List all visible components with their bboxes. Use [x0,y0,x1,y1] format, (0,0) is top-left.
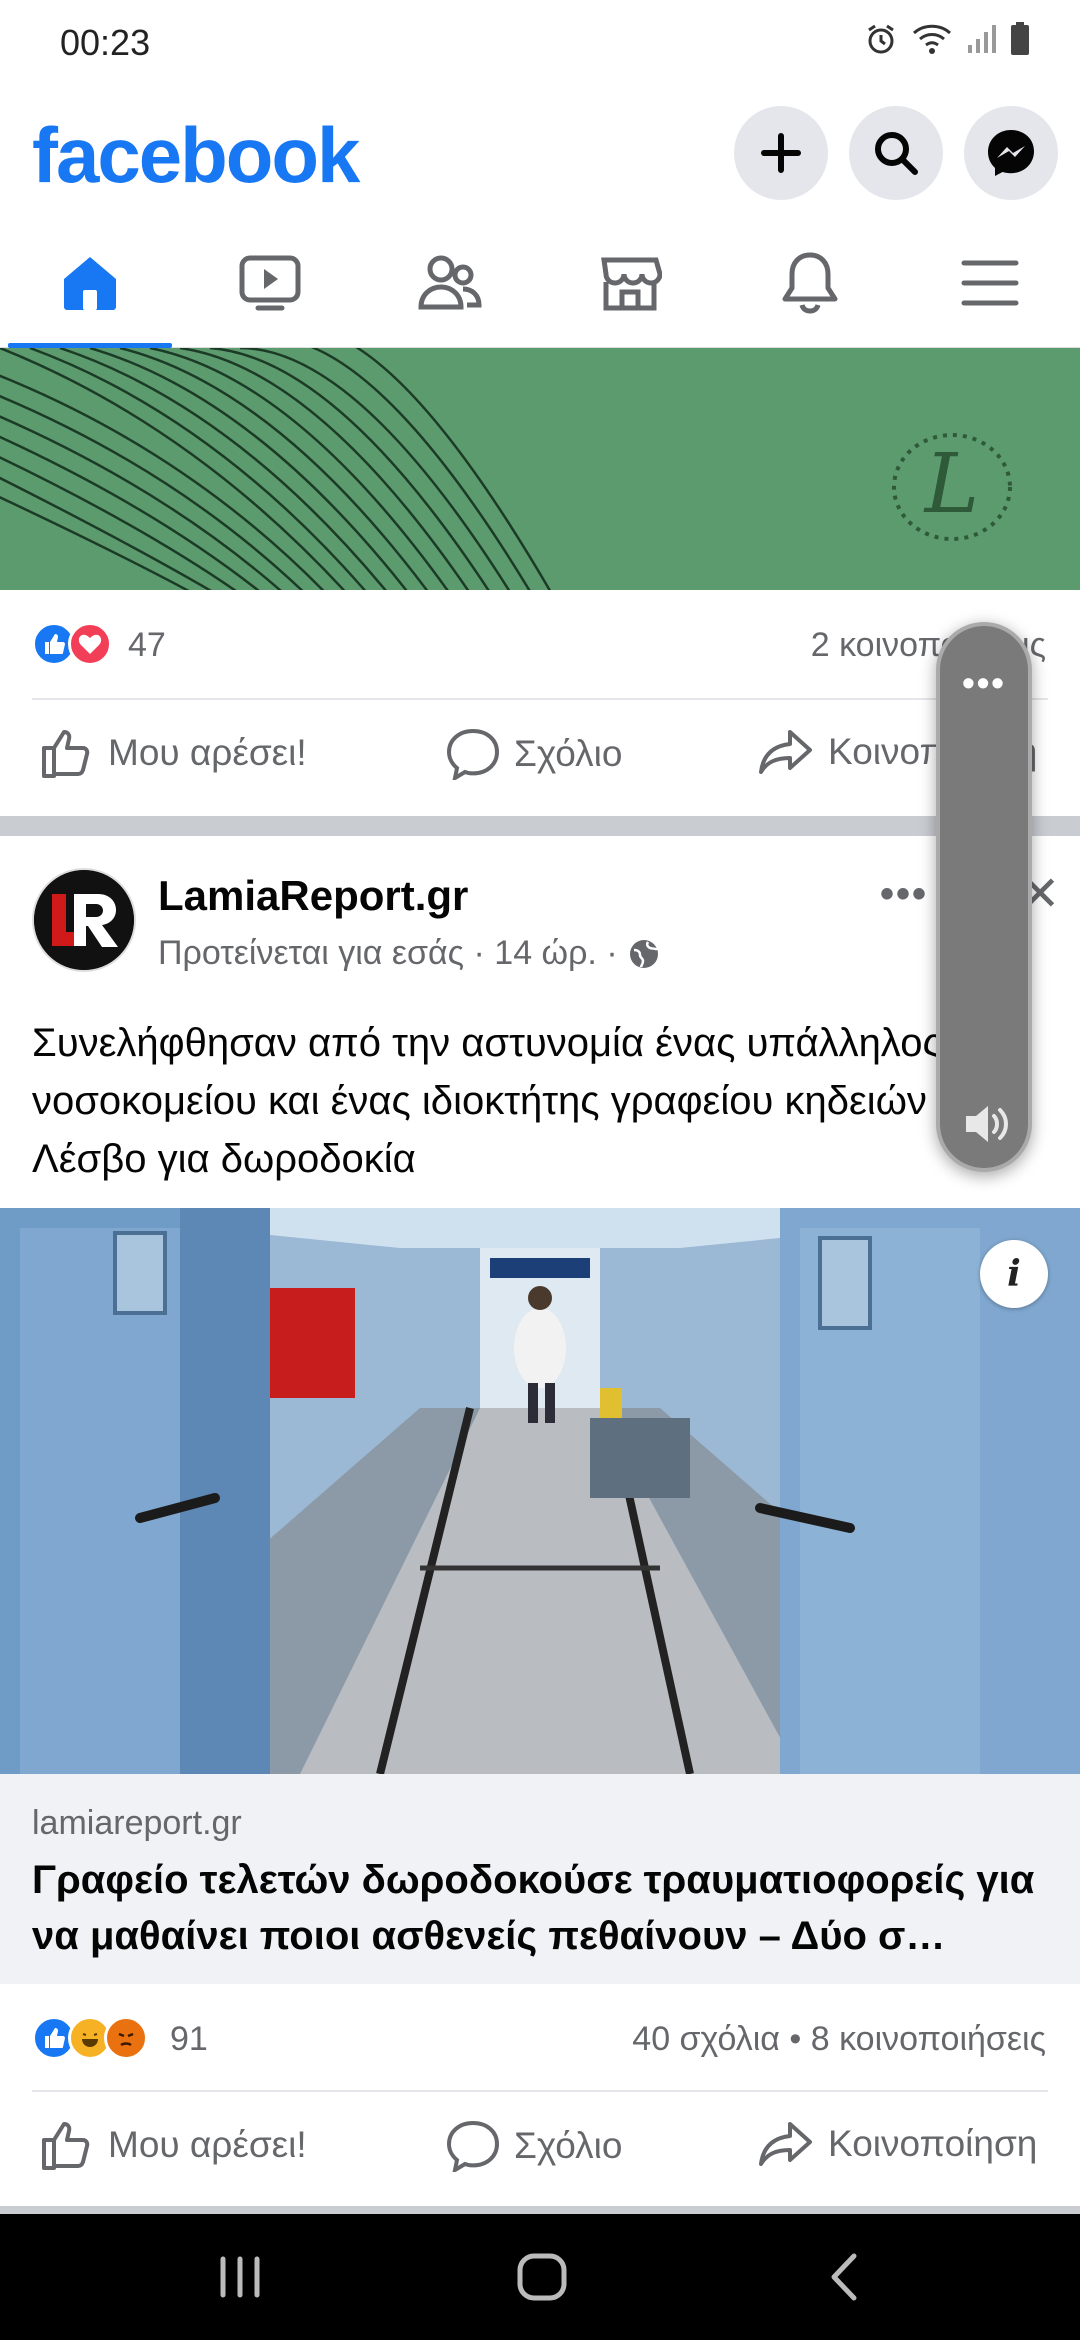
post-meta: Προτείνεται για εσάς · 14 ώρ. · [158,934,660,973]
status-icons [864,22,1030,61]
back-button[interactable] [804,2244,884,2310]
comment-icon [446,2120,500,2172]
page-avatar[interactable] [32,868,136,972]
svg-text:L: L [923,437,979,532]
home-icon [64,257,116,310]
share-icon [759,730,812,774]
post1-reaction-count[interactable]: 47 [128,626,166,665]
home-button[interactable] [502,2244,582,2310]
thumbs-up-icon [42,2122,90,2170]
home-circle-icon [517,2253,567,2301]
angry-reaction-icon [104,2016,148,2060]
comment-label: Σχόλιο [514,733,623,774]
status-bar: 00:23 [0,0,1080,88]
like-label: Μου αρέσει! [108,2124,307,2165]
tab-friends[interactable] [360,218,540,348]
marketplace-icon [601,257,662,311]
tab-notifications[interactable] [720,218,900,348]
plus-icon [761,133,801,173]
volume-options-icon[interactable]: ••• [940,662,1028,704]
post2-reaction-icons[interactable] [32,2016,148,2060]
tab-menu[interactable] [900,218,1080,348]
recent-apps-button[interactable] [200,2244,280,2310]
video-icon [239,255,301,311]
facebook-logo[interactable]: facebook [32,110,360,201]
thumbs-up-icon [42,730,90,778]
post2-reactions-row: 91 40 σχόλια • 8 κοινοποιήσεις [0,1984,1080,2094]
like-label: Μου αρέσει! [108,732,307,773]
wifi-icon [912,23,952,60]
post1-comment-button[interactable]: Σχόλιο [446,728,622,780]
tab-home[interactable] [0,218,180,348]
post-image[interactable]: i [0,1208,1080,1774]
tab-marketplace[interactable] [540,218,720,348]
comment-label: Σχόλιο [514,2125,623,2166]
navigation-tabs [0,218,1080,348]
hamburger-menu-icon [961,260,1019,306]
speaker-icon[interactable] [962,1100,1014,1153]
post2-action-row: Μου αρέσει! Σχόλιο Κοινοποίηση [32,2090,1048,2208]
volume-panel[interactable]: ••• [936,622,1032,1172]
create-button[interactable] [734,106,828,200]
post1-like-button[interactable]: Μου αρέσει! [40,728,307,778]
love-reaction-icon [68,622,112,666]
search-button[interactable] [849,106,943,200]
link-title: Γραφείο τελετών δωροδοκούσε τραυματιοφορ… [32,1858,1035,1958]
app-header: facebook [0,88,1080,218]
messenger-icon [988,130,1034,176]
friends-icon [418,255,482,310]
post-more-options-button[interactable]: ••• [880,872,928,917]
post2-comment-button[interactable]: Σχόλιο [446,2120,622,2172]
messenger-button[interactable] [964,106,1058,200]
hospital-corridor-image [0,1208,1080,1774]
previous-post-image[interactable]: L [0,348,1080,590]
search-icon [875,132,918,175]
tab-watch[interactable] [180,218,360,348]
page-name[interactable]: LamiaReport.gr [158,872,468,920]
battery-icon [1010,22,1030,61]
post2-reaction-count[interactable]: 91 [170,2020,208,2059]
lamia-emblem-logo: L [888,430,1016,544]
post-meta-text: Προτείνεται για εσάς · 14 ώρ. · [158,934,618,972]
recent-apps-icon [220,2256,260,2298]
post-text: Συνελήφθησαν από την αστυνομία ένας υπάλ… [32,1021,1001,1181]
signal-icon [966,23,996,60]
system-navigation-bar [0,2214,1080,2340]
status-time: 00:23 [60,22,151,63]
share-label: Κοινοποίηση [828,2123,1038,2164]
feed-separator [0,2206,1080,2214]
feed-separator [0,816,1080,836]
back-icon [831,2253,857,2301]
post2-like-button[interactable]: Μου αρέσει! [40,2120,307,2170]
globe-icon [629,939,658,968]
link-preview[interactable]: lamiareport.gr Γραφείο τελετών δωροδοκού… [0,1774,1080,1984]
post1-reaction-icons[interactable] [32,622,112,666]
comment-icon [446,728,500,780]
post1-reactions-row: 47 2 κοινοποιήσεις [0,590,1080,700]
alarm-icon [864,22,898,61]
link-domain: lamiareport.gr [32,1804,242,1842]
post1-action-row: Μου αρέσει! Σχόλιο Κοινοποίηση [32,698,1048,816]
info-button[interactable]: i [980,1240,1048,1308]
bell-icon [782,252,838,314]
post2-share-button[interactable]: Κοινοποίηση [758,2120,1037,2168]
share-icon [759,2122,812,2166]
post2-comments-shares[interactable]: 40 σχόλια • 8 κοινοποιήσεις [632,2020,1046,2059]
